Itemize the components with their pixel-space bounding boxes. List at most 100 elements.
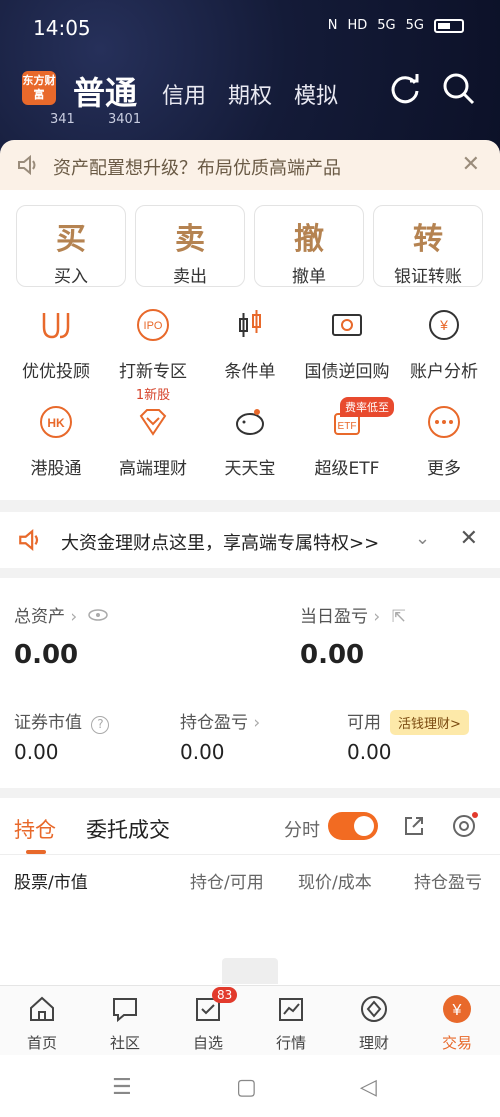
position-pnl-value: 0.00 xyxy=(180,740,225,764)
svg-text:HK: HK xyxy=(47,416,65,430)
signal-5g-2: 5G xyxy=(405,18,424,33)
app-logo[interactable]: 东方财富 xyxy=(22,71,56,105)
svg-text:¥: ¥ xyxy=(439,317,448,333)
feature-label: 港股通 xyxy=(30,459,82,479)
feature-label: 超级ETF xyxy=(314,459,380,479)
sell-char: 卖 xyxy=(175,222,205,257)
cancel-order-button[interactable]: 撤 撤单 xyxy=(254,205,364,287)
feature-label: 更多 xyxy=(427,459,461,479)
feature-uu-advisor[interactable]: 优优投顾 xyxy=(6,305,106,382)
yen-chart-icon: ¥ xyxy=(429,310,459,340)
tab-options[interactable]: 期权 xyxy=(228,78,272,110)
system-nav: ☰ ▢ ◁ xyxy=(0,1055,500,1117)
market-value-label[interactable]: 证券市值 ? xyxy=(14,708,110,734)
home-square-icon[interactable]: ▢ xyxy=(236,1075,257,1100)
nav-community[interactable]: 社区 xyxy=(85,994,165,1053)
sell-button[interactable]: 卖 卖出 xyxy=(135,205,245,287)
piggy-bank-icon xyxy=(236,409,264,435)
feature-premium-wealth[interactable]: 高端理财 xyxy=(103,402,203,479)
tab-orders[interactable]: 委托成交 xyxy=(86,814,170,844)
status-bar: 14:05 N HD 5G 5G xyxy=(0,0,500,58)
chevron-down-icon[interactable]: ⌄ xyxy=(415,528,430,549)
daily-pnl-label[interactable]: 当日盈亏 › ⇱ xyxy=(300,602,406,627)
feature-tiantianbao[interactable]: 天天宝 xyxy=(200,402,300,479)
buy-button[interactable]: 买 买入 xyxy=(16,205,126,287)
nav-label: 理财 xyxy=(358,1034,389,1052)
feature-hk-connect[interactable]: HK 港股通 xyxy=(6,402,106,479)
feature-conditional-order[interactable]: 条件单 xyxy=(200,305,300,382)
feature-label: 天天宝 xyxy=(224,459,276,479)
available-label: 可用 xyxy=(347,713,381,733)
new-stock-count: 1新股 xyxy=(135,388,171,403)
yen-circle-icon: ¥ xyxy=(443,995,471,1023)
feature-label: 条件单 xyxy=(224,362,276,382)
refresh-icon[interactable] xyxy=(388,72,422,106)
tab-credit[interactable]: 信用 xyxy=(162,78,206,110)
tab-simulation[interactable]: 模拟 xyxy=(294,78,338,110)
nfc-indicator: N xyxy=(327,18,338,33)
cancel-char: 撤 xyxy=(294,222,324,257)
column-price[interactable]: 现价/成本 xyxy=(298,868,372,893)
nav-watchlist[interactable]: 自选 xyxy=(168,994,248,1053)
ipo-icon: IPO xyxy=(137,309,169,341)
ticker-fragment-2: 3401 xyxy=(108,112,142,127)
search-icon[interactable] xyxy=(442,72,476,106)
nav-home[interactable]: 首页 xyxy=(2,994,82,1053)
fenshi-label: 分时 xyxy=(284,820,320,841)
transfer-button[interactable]: 转 银证转账 xyxy=(373,205,483,287)
feature-more[interactable]: 更多 xyxy=(394,402,494,479)
svg-text:ETF: ETF xyxy=(338,421,357,432)
cancel-label: 撤单 xyxy=(292,267,326,287)
nav-label: 社区 xyxy=(109,1034,140,1052)
feature-bond-repo[interactable]: 国债逆回购 xyxy=(297,305,397,382)
status-icons: N HD 5G 5G xyxy=(328,18,464,33)
daily-pnl-value: 0.00 xyxy=(300,640,365,670)
back-icon[interactable]: ◁ xyxy=(360,1075,377,1100)
gear-icon[interactable] xyxy=(450,812,478,840)
total-assets-value: 0.00 xyxy=(14,640,79,670)
candlestick-icon xyxy=(239,310,261,337)
live-wealth-pill[interactable]: 活钱理财> xyxy=(390,710,469,735)
chat-icon xyxy=(113,998,137,1023)
help-icon[interactable]: ? xyxy=(91,716,110,734)
promo-banner[interactable]: 资产配置想升级？布局优质高端产品 ✕ xyxy=(0,140,500,190)
battery-icon xyxy=(434,18,464,33)
position-pnl-label[interactable]: 持仓盈亏 › xyxy=(180,708,260,733)
repo-ticket-icon xyxy=(332,314,362,336)
feature-label: 打新专区 xyxy=(119,362,187,382)
nav-market[interactable]: 行情 xyxy=(251,994,331,1053)
transfer-label: 银证转账 xyxy=(394,267,462,287)
column-pnl[interactable]: 持仓盈亏 xyxy=(414,868,500,893)
menu-icon[interactable]: ☰ xyxy=(112,1075,132,1100)
nav-trade[interactable]: ¥ 交易 xyxy=(417,994,497,1053)
promo-text: 大资金理财点这里，享高端专属特权>> xyxy=(61,533,380,554)
svg-text:¥: ¥ xyxy=(452,1002,462,1019)
diamond-icon xyxy=(139,409,167,436)
total-assets-label[interactable]: 总资产 › xyxy=(14,602,109,627)
ticker-fragment-1: 341 xyxy=(50,112,75,127)
nav-wealth[interactable]: 理财 xyxy=(334,994,414,1053)
external-link-icon[interactable] xyxy=(402,814,426,838)
share-icon[interactable]: ⇱ xyxy=(392,607,406,627)
home-icon xyxy=(30,996,54,1021)
tab-normal[interactable]: 普通 xyxy=(73,68,137,114)
eye-icon[interactable] xyxy=(87,608,109,622)
transfer-char: 转 xyxy=(413,222,443,257)
feature-label: 优优投顾 xyxy=(22,362,90,382)
bottom-nav: 首页 社区 自选 83 行情 理财 ¥ 交易 xyxy=(0,985,500,1055)
diamond-circle-icon xyxy=(361,996,387,1022)
speaker-icon xyxy=(18,154,36,176)
divider xyxy=(0,854,500,855)
tab-holdings[interactable]: 持仓 xyxy=(14,814,56,844)
feature-account-analysis[interactable]: ¥ 账户分析 xyxy=(394,305,494,382)
feature-label: 国债逆回购 xyxy=(304,362,390,382)
feature-ipo[interactable]: IPO 打新专区 1新股 xyxy=(103,305,203,403)
column-position[interactable]: 持仓/可用 xyxy=(190,868,264,893)
fenshi-toggle[interactable] xyxy=(328,812,378,840)
banner-close-icon[interactable]: ✕ xyxy=(462,152,480,177)
fee-badge: 费率低至 xyxy=(340,397,394,417)
column-stock[interactable]: 股票/市值 xyxy=(14,868,88,893)
wealth-promo-bar[interactable]: 大资金理财点这里，享高端专属特权>> ⌄ ✕ xyxy=(0,512,500,568)
uu-advisor-icon xyxy=(42,313,70,339)
close-icon[interactable]: ✕ xyxy=(460,526,478,551)
